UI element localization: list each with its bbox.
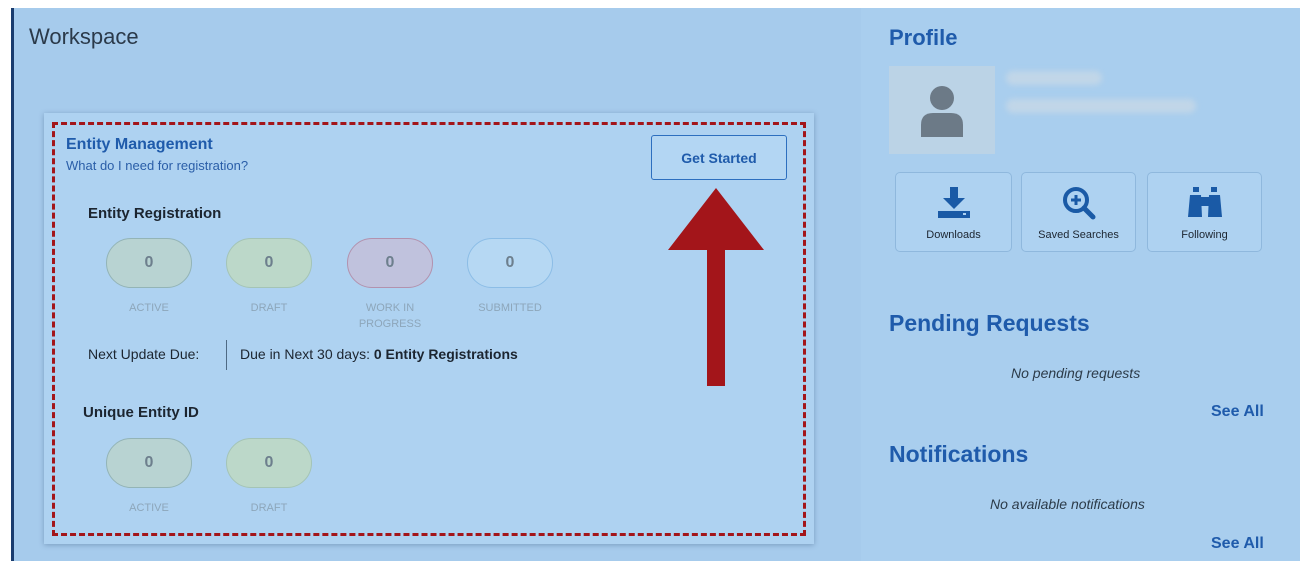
downloads-button[interactable]: Downloads [895, 172, 1012, 252]
downloads-label: Downloads [926, 229, 981, 241]
counter-submitted[interactable]: 0 [467, 238, 553, 288]
entity-registration-title: Entity Registration [88, 205, 222, 222]
due-summary: Due in Next 30 days: 0 Entity Registrati… [240, 346, 518, 362]
counter-label-active: ACTIVE [129, 302, 169, 314]
uei-counter-label-active: ACTIVE [129, 502, 169, 514]
uei-counter-label-draft: DRAFT [250, 502, 288, 514]
pending-requests-see-all-link[interactable]: See All [1211, 403, 1264, 421]
download-icon [937, 187, 970, 218]
get-started-button[interactable]: Get Started [651, 135, 787, 180]
notifications-empty: No available notifications [990, 496, 1145, 512]
magnifier-plus-icon [1062, 187, 1095, 220]
pending-requests-title: Pending Requests [889, 310, 1090, 336]
due-prefix: Due in Next 30 days: [240, 346, 370, 362]
redacted-name [1006, 71, 1102, 85]
due-value: 0 Entity Registrations [373, 346, 518, 362]
counter-label-draft: DRAFT [250, 302, 288, 314]
next-update-label: Next Update Due: [88, 346, 200, 362]
notifications-title: Notifications [889, 441, 1029, 467]
counter-label-work-in-progress: WORK IN PROGRESS [358, 302, 422, 330]
entity-management-title: Entity Management [66, 136, 213, 153]
counter-active[interactable]: 0 [106, 238, 192, 288]
saved-searches-label: Saved Searches [1038, 229, 1119, 241]
counter-label-submitted: SUBMITTED [478, 302, 542, 314]
following-button[interactable]: Following [1147, 172, 1262, 252]
unique-entity-id-title: Unique Entity ID [83, 404, 199, 421]
workspace-title: Workspace [29, 24, 139, 49]
profile-title: Profile [889, 25, 958, 50]
uei-counter-draft[interactable]: 0 [226, 438, 312, 488]
app-frame: Workspace Entity Management What do I ne… [0, 0, 1300, 561]
notifications-see-all-link[interactable]: See All [1211, 535, 1264, 553]
registration-help-link[interactable]: What do I need for registration? [66, 158, 248, 173]
binoculars-icon [1187, 187, 1222, 217]
red-arrow-icon [668, 188, 764, 386]
following-label: Following [1181, 229, 1228, 241]
user-silhouette-icon [921, 86, 963, 137]
uei-counter-active[interactable]: 0 [106, 438, 192, 488]
redacted-email [1006, 99, 1196, 113]
divider [226, 340, 227, 370]
avatar[interactable] [889, 66, 995, 154]
counter-draft[interactable]: 0 [226, 238, 312, 288]
pending-requests-empty: No pending requests [1011, 365, 1141, 381]
saved-searches-button[interactable]: Saved Searches [1021, 172, 1136, 252]
counter-work-in-progress[interactable]: 0 [347, 238, 433, 288]
